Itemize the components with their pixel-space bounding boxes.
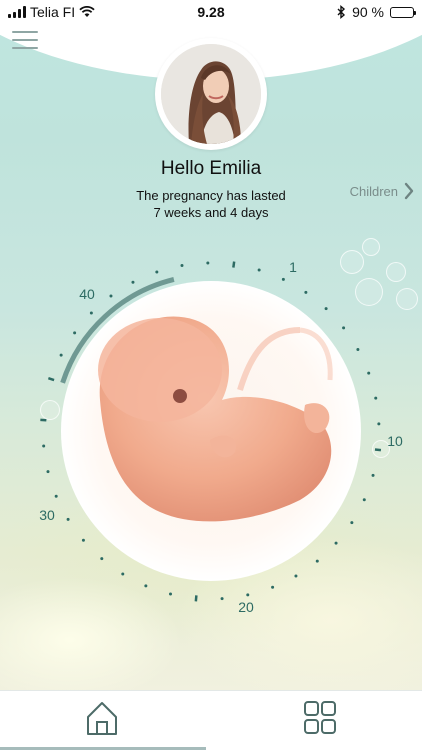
dial-week-dot <box>144 584 148 588</box>
dial-week-dot <box>66 517 70 521</box>
dial-week-dot <box>324 307 328 311</box>
dial-week-dot <box>42 444 46 448</box>
dial-week-dot <box>371 473 375 477</box>
dial-week-dot <box>180 264 184 268</box>
dial-week-dot <box>342 326 346 330</box>
dial-major-tick <box>374 448 382 452</box>
dial-week-dot <box>281 277 285 281</box>
dial-label-10: 10 <box>387 433 403 449</box>
dial-week-dot <box>294 574 298 578</box>
dial-label-1: 1 <box>289 259 297 275</box>
dial-week-dot <box>131 280 135 284</box>
dial-week-dot <box>246 593 250 597</box>
dial-major-tick <box>232 261 236 268</box>
dial-week-dot <box>109 294 113 298</box>
dial-week-dot <box>367 371 371 375</box>
dial-week-dot <box>168 592 172 596</box>
pregnancy-dial[interactable]: 1 10 20 30 40 <box>0 0 422 690</box>
dial-label-30: 30 <box>39 507 55 523</box>
tab-home[interactable] <box>84 699 120 742</box>
dial-week-dot <box>121 572 125 576</box>
dial-label-20: 20 <box>238 599 254 615</box>
dial-week-dot <box>100 557 104 561</box>
dial-week-dot <box>73 331 77 335</box>
dial-major-tick <box>194 595 198 602</box>
dial-week-dot <box>362 498 366 502</box>
dial-week-dot <box>350 521 354 525</box>
dial-week-dot <box>257 268 261 272</box>
dial-week-dot <box>206 261 210 265</box>
home-icon <box>87 702 117 735</box>
dial-week-dot <box>334 541 338 545</box>
dial-week-dot <box>377 422 381 426</box>
dial-week-dot <box>89 311 93 315</box>
dial-week-dot <box>220 597 224 601</box>
dial-week-dot <box>374 396 378 400</box>
dial-week-dot <box>59 353 63 357</box>
dial-week-dot <box>304 290 308 294</box>
dial-week-dot <box>315 559 319 563</box>
tab-grid[interactable] <box>302 699 338 742</box>
dial-week-dot <box>54 494 58 498</box>
dial-major-tick <box>47 376 55 382</box>
dial-week-dot <box>271 585 275 589</box>
tab-bar <box>0 690 422 750</box>
dial-label-40: 40 <box>79 286 95 302</box>
dial-week-dot <box>155 270 159 274</box>
dial-week-dot <box>81 538 85 542</box>
dial-week-dot <box>46 470 50 474</box>
app-screen: Telia FI 9.28 90 % Hello Emilia The preg… <box>0 0 422 750</box>
dial-week-dot <box>356 347 360 351</box>
grid-icon <box>304 701 336 734</box>
